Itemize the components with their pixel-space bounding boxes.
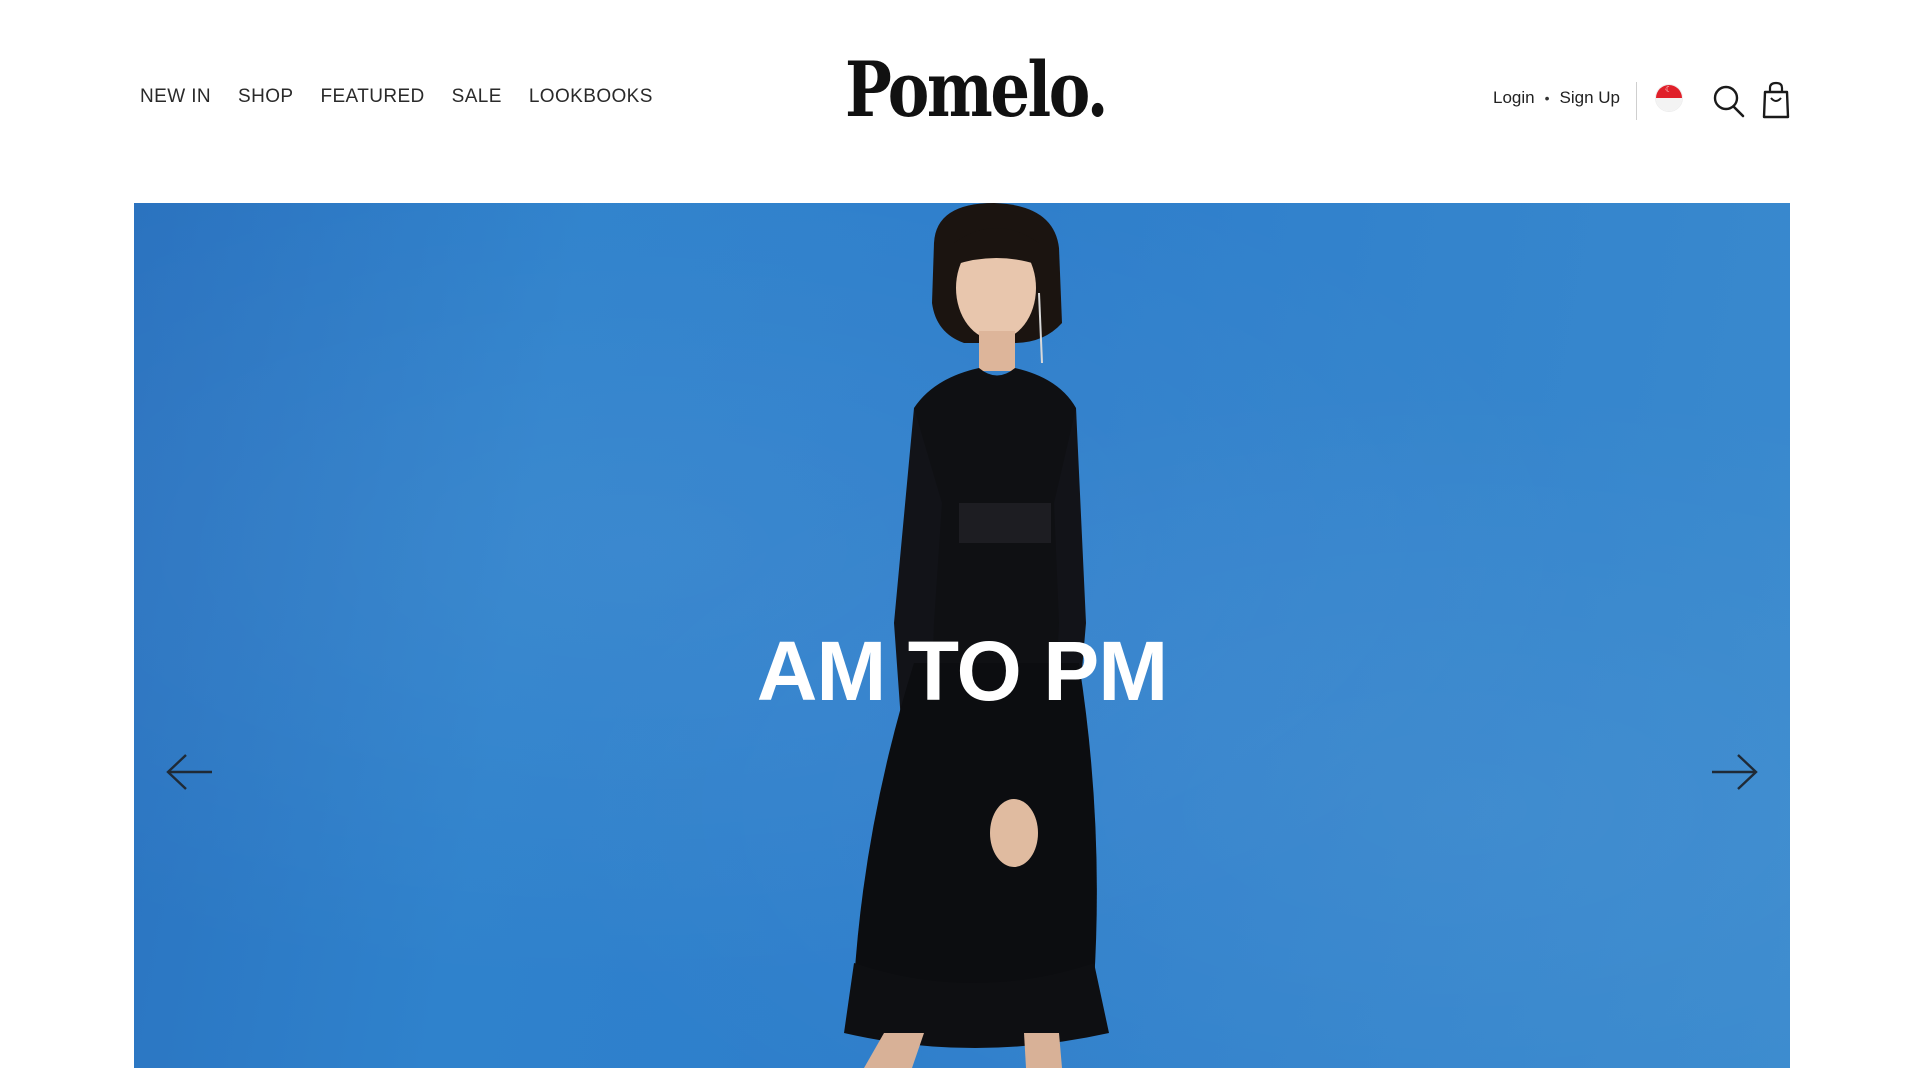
search-icon[interactable] xyxy=(1712,83,1746,119)
account-separator: • xyxy=(1544,90,1550,106)
brand-logo[interactable]: Pomelo. xyxy=(845,52,1108,128)
hero-banner[interactable]: AM TO PM xyxy=(134,203,1790,1068)
nav-shop[interactable]: SHOP xyxy=(238,86,293,108)
hero-title: AM TO PM xyxy=(756,624,1168,718)
signup-link[interactable]: Sign Up xyxy=(1560,88,1620,108)
nav-featured[interactable]: FEATURED xyxy=(320,86,424,108)
singapore-flag-icon[interactable]: ☾ xyxy=(1655,84,1683,112)
nav-new-in[interactable]: NEW IN xyxy=(140,86,211,108)
main-nav: NEW IN SHOP FEATURED SALE LOOKBOOKS xyxy=(140,86,653,108)
nav-lookbooks[interactable]: LOOKBOOKS xyxy=(529,86,653,108)
login-link[interactable]: Login xyxy=(1493,88,1535,108)
carousel-prev-arrow-icon[interactable] xyxy=(164,751,216,793)
site-header: NEW IN SHOP FEATURED SALE LOOKBOOKS Pome… xyxy=(0,0,1920,203)
header-divider xyxy=(1636,82,1637,120)
nav-sale[interactable]: SALE xyxy=(452,86,502,108)
shopping-bag-icon[interactable] xyxy=(1761,80,1791,120)
page: NEW IN SHOP FEATURED SALE LOOKBOOKS Pome… xyxy=(0,0,1920,1068)
account-links: Login • Sign Up xyxy=(1493,88,1620,108)
carousel-next-arrow-icon[interactable] xyxy=(1708,751,1760,793)
